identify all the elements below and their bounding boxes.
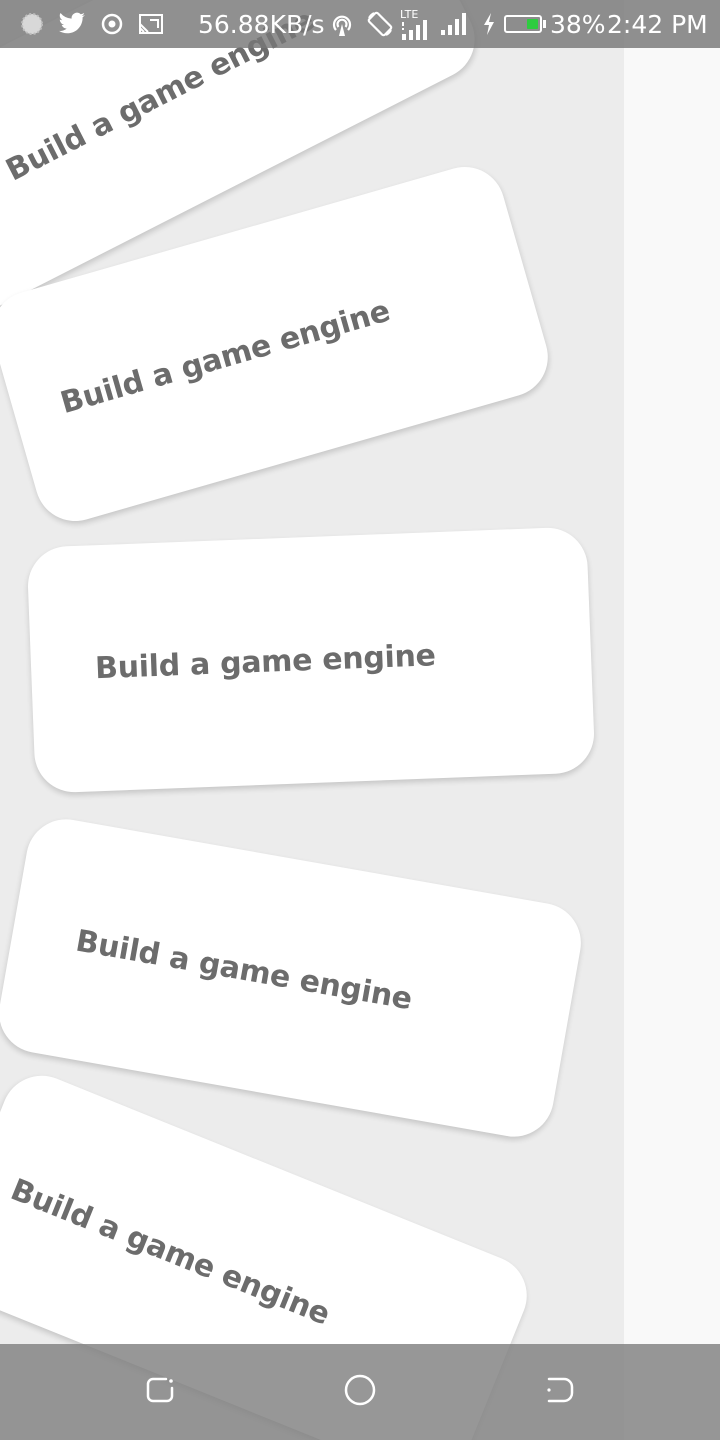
right-pane [624, 0, 720, 1440]
signal-icon [440, 0, 470, 48]
home-button[interactable] [312, 1344, 408, 1440]
lte-label: LTE [400, 7, 419, 21]
screen: Build a game engine Build a game engine … [0, 0, 720, 1440]
task-card[interactable]: Build a game engine [26, 526, 596, 794]
back-button[interactable] [512, 1344, 608, 1440]
charging-icon [482, 0, 496, 48]
battery-fill [527, 19, 538, 29]
network-speed: 56.88KB/s [198, 9, 325, 39]
recent-apps-button[interactable] [112, 1344, 208, 1440]
recent-apps-icon [144, 1374, 176, 1411]
target-icon [100, 0, 124, 48]
lte-signal-icon: LTE [400, 0, 434, 48]
back-icon [544, 1374, 576, 1411]
task-card-label: Build a game engine [5, 1171, 335, 1332]
task-card-label: Build a game engine [56, 293, 394, 421]
task-card-label: Build a game engine [73, 923, 415, 1017]
task-card-label: Build a game engine [94, 637, 437, 686]
card-stack-panel: Build a game engine Build a game engine … [0, 0, 624, 1440]
hotspot-icon [328, 0, 356, 48]
home-icon [343, 1373, 377, 1412]
navigation-bar [0, 1344, 720, 1440]
battery-percent: 38% [550, 9, 606, 39]
cast-icon [138, 0, 164, 48]
status-bar: 56.88KB/s LTE 38% 2:42 PM [0, 0, 720, 48]
twitter-icon [58, 0, 86, 48]
battery-icon [504, 0, 546, 48]
clock: 2:42 PM [607, 9, 708, 39]
screen-rotation-icon [366, 0, 394, 48]
notification-dot-icon [20, 0, 44, 48]
